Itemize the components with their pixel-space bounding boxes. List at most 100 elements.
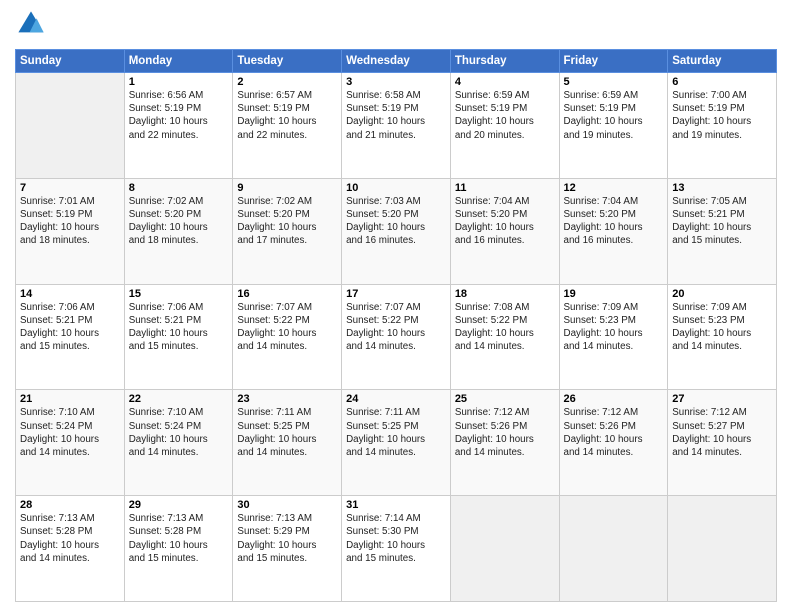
day-number: 26 (564, 393, 664, 405)
day-info: Sunrise: 6:59 AM Sunset: 5:19 PM Dayligh… (564, 89, 664, 142)
day-number: 9 (237, 182, 337, 194)
day-number: 7 (20, 182, 120, 194)
calendar-cell: 6Sunrise: 7:00 AM Sunset: 5:19 PM Daylig… (668, 73, 777, 179)
day-info: Sunrise: 6:57 AM Sunset: 5:19 PM Dayligh… (237, 89, 337, 142)
day-number: 28 (20, 499, 120, 511)
calendar-cell: 13Sunrise: 7:05 AM Sunset: 5:21 PM Dayli… (668, 178, 777, 284)
day-number: 24 (346, 393, 446, 405)
day-info: Sunrise: 7:10 AM Sunset: 5:24 PM Dayligh… (129, 406, 229, 459)
day-info: Sunrise: 7:06 AM Sunset: 5:21 PM Dayligh… (129, 301, 229, 354)
calendar-cell: 22Sunrise: 7:10 AM Sunset: 5:24 PM Dayli… (124, 390, 233, 496)
day-info: Sunrise: 7:13 AM Sunset: 5:28 PM Dayligh… (20, 512, 120, 565)
header-row: SundayMondayTuesdayWednesdayThursdayFrid… (16, 50, 777, 73)
day-number: 14 (20, 288, 120, 300)
day-info: Sunrise: 7:02 AM Sunset: 5:20 PM Dayligh… (237, 195, 337, 248)
calendar-cell: 7Sunrise: 7:01 AM Sunset: 5:19 PM Daylig… (16, 178, 125, 284)
day-info: Sunrise: 6:59 AM Sunset: 5:19 PM Dayligh… (455, 89, 555, 142)
day-number: 2 (237, 76, 337, 88)
week-row-1: 1Sunrise: 6:56 AM Sunset: 5:19 PM Daylig… (16, 73, 777, 179)
day-number: 3 (346, 76, 446, 88)
calendar-cell (450, 496, 559, 602)
calendar-cell: 1Sunrise: 6:56 AM Sunset: 5:19 PM Daylig… (124, 73, 233, 179)
day-info: Sunrise: 7:10 AM Sunset: 5:24 PM Dayligh… (20, 406, 120, 459)
day-number: 29 (129, 499, 229, 511)
day-info: Sunrise: 7:12 AM Sunset: 5:26 PM Dayligh… (455, 406, 555, 459)
day-info: Sunrise: 7:14 AM Sunset: 5:30 PM Dayligh… (346, 512, 446, 565)
day-info: Sunrise: 7:07 AM Sunset: 5:22 PM Dayligh… (346, 301, 446, 354)
calendar-cell: 21Sunrise: 7:10 AM Sunset: 5:24 PM Dayli… (16, 390, 125, 496)
day-info: Sunrise: 7:04 AM Sunset: 5:20 PM Dayligh… (564, 195, 664, 248)
day-info: Sunrise: 7:07 AM Sunset: 5:22 PM Dayligh… (237, 301, 337, 354)
calendar-cell: 28Sunrise: 7:13 AM Sunset: 5:28 PM Dayli… (16, 496, 125, 602)
day-info: Sunrise: 7:08 AM Sunset: 5:22 PM Dayligh… (455, 301, 555, 354)
calendar-cell: 12Sunrise: 7:04 AM Sunset: 5:20 PM Dayli… (559, 178, 668, 284)
day-number: 30 (237, 499, 337, 511)
logo (15, 10, 45, 43)
day-info: Sunrise: 7:13 AM Sunset: 5:29 PM Dayligh… (237, 512, 337, 565)
day-number: 18 (455, 288, 555, 300)
day-header-sunday: Sunday (16, 50, 125, 73)
day-number: 27 (672, 393, 772, 405)
day-info: Sunrise: 7:00 AM Sunset: 5:19 PM Dayligh… (672, 89, 772, 142)
calendar-cell: 14Sunrise: 7:06 AM Sunset: 5:21 PM Dayli… (16, 284, 125, 390)
calendar-cell: 24Sunrise: 7:11 AM Sunset: 5:25 PM Dayli… (342, 390, 451, 496)
day-number: 23 (237, 393, 337, 405)
calendar-cell: 4Sunrise: 6:59 AM Sunset: 5:19 PM Daylig… (450, 73, 559, 179)
day-header-wednesday: Wednesday (342, 50, 451, 73)
week-row-2: 7Sunrise: 7:01 AM Sunset: 5:19 PM Daylig… (16, 178, 777, 284)
calendar-cell: 31Sunrise: 7:14 AM Sunset: 5:30 PM Dayli… (342, 496, 451, 602)
calendar-cell: 27Sunrise: 7:12 AM Sunset: 5:27 PM Dayli… (668, 390, 777, 496)
day-number: 4 (455, 76, 555, 88)
day-info: Sunrise: 7:06 AM Sunset: 5:21 PM Dayligh… (20, 301, 120, 354)
day-info: Sunrise: 7:09 AM Sunset: 5:23 PM Dayligh… (672, 301, 772, 354)
day-number: 21 (20, 393, 120, 405)
calendar-cell (16, 73, 125, 179)
page: SundayMondayTuesdayWednesdayThursdayFrid… (0, 0, 792, 612)
calendar-cell: 18Sunrise: 7:08 AM Sunset: 5:22 PM Dayli… (450, 284, 559, 390)
calendar-cell: 30Sunrise: 7:13 AM Sunset: 5:29 PM Dayli… (233, 496, 342, 602)
day-header-saturday: Saturday (668, 50, 777, 73)
day-number: 8 (129, 182, 229, 194)
calendar: SundayMondayTuesdayWednesdayThursdayFrid… (15, 49, 777, 602)
week-row-4: 21Sunrise: 7:10 AM Sunset: 5:24 PM Dayli… (16, 390, 777, 496)
week-row-3: 14Sunrise: 7:06 AM Sunset: 5:21 PM Dayli… (16, 284, 777, 390)
calendar-cell: 26Sunrise: 7:12 AM Sunset: 5:26 PM Dayli… (559, 390, 668, 496)
calendar-cell: 9Sunrise: 7:02 AM Sunset: 5:20 PM Daylig… (233, 178, 342, 284)
day-number: 31 (346, 499, 446, 511)
day-info: Sunrise: 7:03 AM Sunset: 5:20 PM Dayligh… (346, 195, 446, 248)
day-number: 19 (564, 288, 664, 300)
calendar-cell: 2Sunrise: 6:57 AM Sunset: 5:19 PM Daylig… (233, 73, 342, 179)
day-header-thursday: Thursday (450, 50, 559, 73)
day-number: 5 (564, 76, 664, 88)
day-info: Sunrise: 7:04 AM Sunset: 5:20 PM Dayligh… (455, 195, 555, 248)
day-number: 6 (672, 76, 772, 88)
day-info: Sunrise: 6:56 AM Sunset: 5:19 PM Dayligh… (129, 89, 229, 142)
day-number: 15 (129, 288, 229, 300)
day-number: 12 (564, 182, 664, 194)
day-info: Sunrise: 7:01 AM Sunset: 5:19 PM Dayligh… (20, 195, 120, 248)
calendar-cell: 8Sunrise: 7:02 AM Sunset: 5:20 PM Daylig… (124, 178, 233, 284)
day-info: Sunrise: 7:11 AM Sunset: 5:25 PM Dayligh… (237, 406, 337, 459)
calendar-cell: 19Sunrise: 7:09 AM Sunset: 5:23 PM Dayli… (559, 284, 668, 390)
day-header-tuesday: Tuesday (233, 50, 342, 73)
day-number: 10 (346, 182, 446, 194)
day-info: Sunrise: 7:12 AM Sunset: 5:26 PM Dayligh… (564, 406, 664, 459)
week-row-5: 28Sunrise: 7:13 AM Sunset: 5:28 PM Dayli… (16, 496, 777, 602)
calendar-cell: 23Sunrise: 7:11 AM Sunset: 5:25 PM Dayli… (233, 390, 342, 496)
day-number: 16 (237, 288, 337, 300)
calendar-cell: 20Sunrise: 7:09 AM Sunset: 5:23 PM Dayli… (668, 284, 777, 390)
day-number: 13 (672, 182, 772, 194)
day-info: Sunrise: 7:11 AM Sunset: 5:25 PM Dayligh… (346, 406, 446, 459)
calendar-cell: 25Sunrise: 7:12 AM Sunset: 5:26 PM Dayli… (450, 390, 559, 496)
day-header-friday: Friday (559, 50, 668, 73)
day-number: 1 (129, 76, 229, 88)
day-number: 20 (672, 288, 772, 300)
calendar-cell: 3Sunrise: 6:58 AM Sunset: 5:19 PM Daylig… (342, 73, 451, 179)
calendar-cell: 10Sunrise: 7:03 AM Sunset: 5:20 PM Dayli… (342, 178, 451, 284)
day-header-monday: Monday (124, 50, 233, 73)
header (15, 10, 777, 43)
day-info: Sunrise: 7:09 AM Sunset: 5:23 PM Dayligh… (564, 301, 664, 354)
day-number: 25 (455, 393, 555, 405)
calendar-cell (668, 496, 777, 602)
day-number: 17 (346, 288, 446, 300)
